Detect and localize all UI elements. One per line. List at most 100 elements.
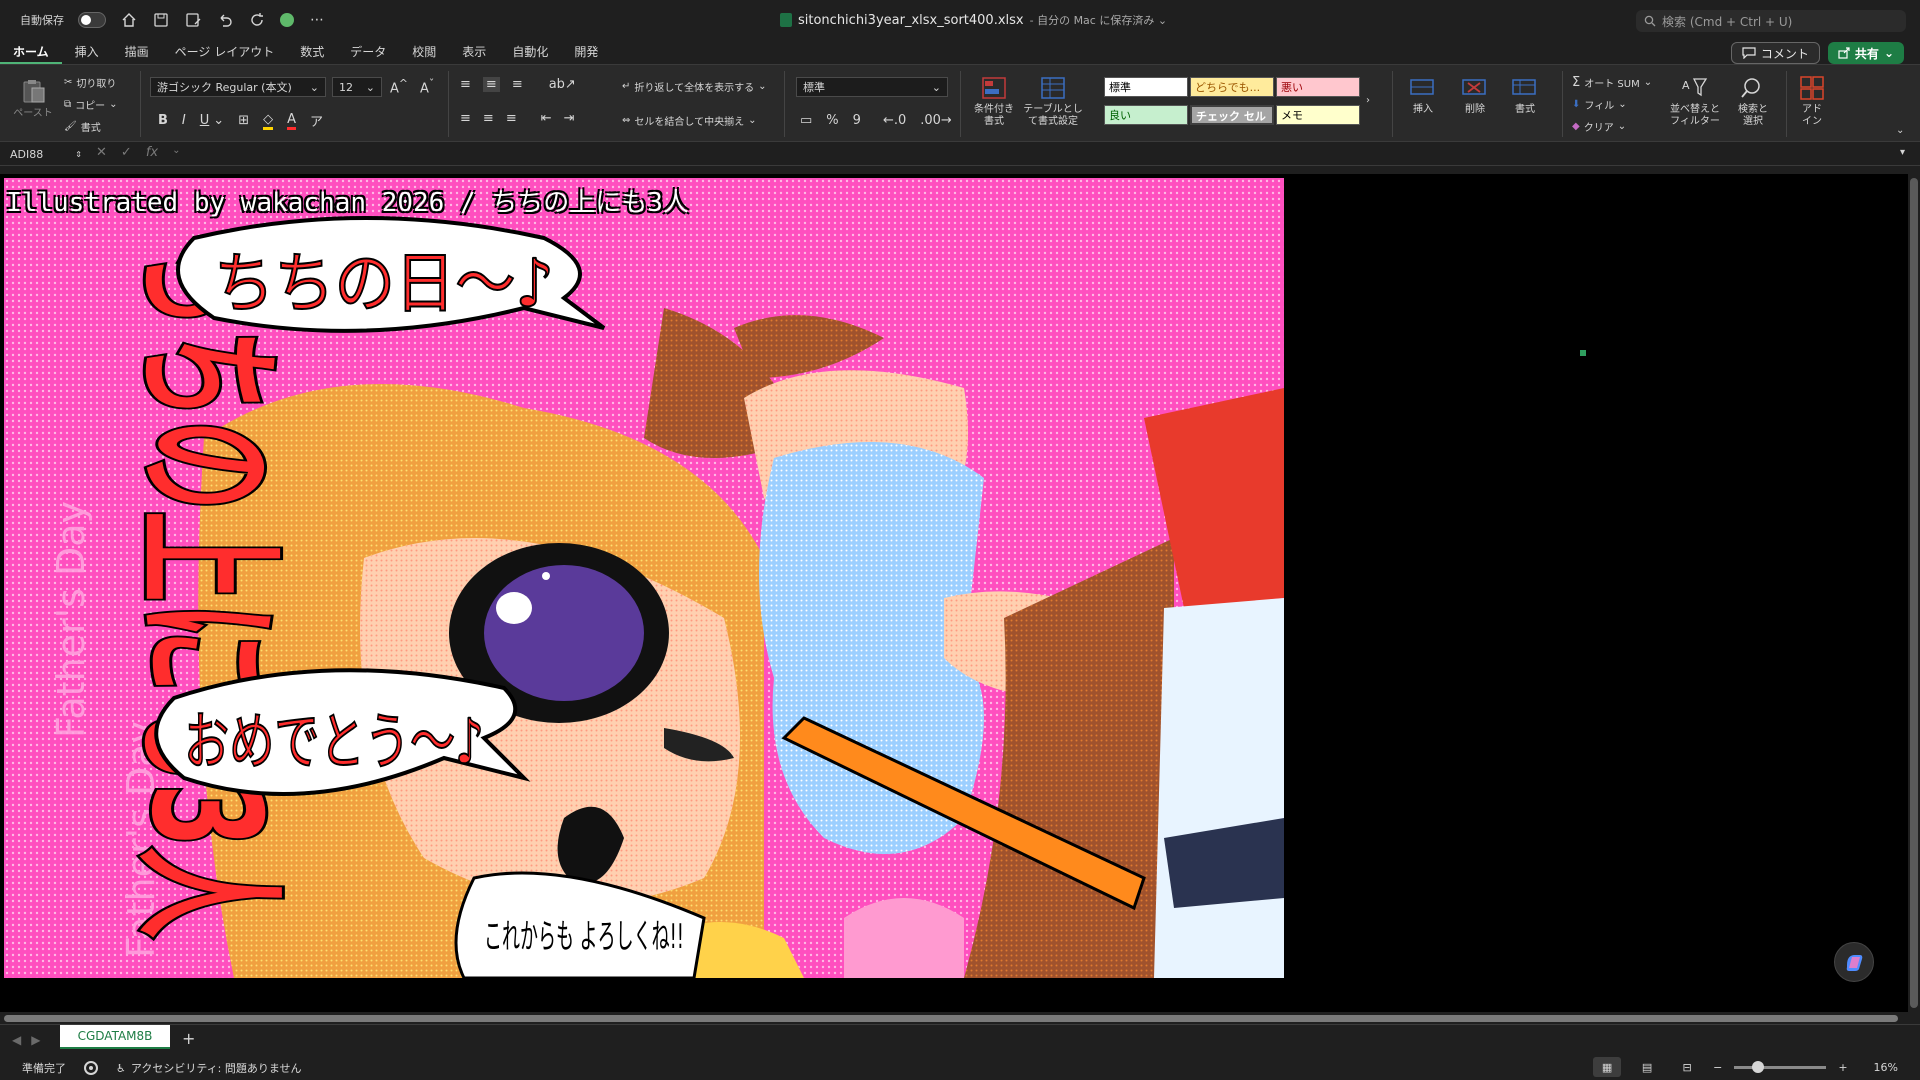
italic-icon[interactable]: I <box>182 113 186 128</box>
tab-page-layout[interactable]: ページ レイアウト <box>162 40 288 64</box>
vertical-scrollbar[interactable] <box>1908 174 1920 1020</box>
chevron-right-icon: › <box>1366 95 1370 106</box>
tab-review[interactable]: 校閲 <box>399 40 449 64</box>
undo-icon[interactable] <box>216 11 234 29</box>
comment-button[interactable]: コメント <box>1730 42 1820 64</box>
format-cells-button[interactable]: 書式 <box>1502 75 1548 116</box>
increase-indent-icon[interactable]: ⇥ <box>564 111 575 126</box>
zoom-slider[interactable] <box>1734 1060 1827 1073</box>
collapse-ribbon-button[interactable]: ⌄ <box>1896 125 1904 136</box>
autosave-toggle[interactable] <box>78 12 106 28</box>
style-note[interactable]: メモ <box>1276 105 1360 125</box>
tab-formulas[interactable]: 数式 <box>287 40 337 64</box>
percent-icon[interactable]: % <box>826 113 838 128</box>
font-name-dropdown[interactable]: 游ゴシック Regular (本文) ⌄ <box>150 77 326 97</box>
zoom-slider-thumb[interactable] <box>1752 1060 1765 1073</box>
horizontal-scrollbar[interactable] <box>0 1012 1920 1024</box>
insert-cells-label: 挿入 <box>1413 104 1433 115</box>
accessibility-status[interactable]: ♿ アクセシビリティ: 問題ありません <box>116 1060 302 1076</box>
delete-cells-button[interactable]: 削除 <box>1452 75 1498 116</box>
fill-color-icon[interactable]: ◇ <box>263 112 274 130</box>
copy-button[interactable]: ⧉ コピー ⌄ <box>64 97 118 112</box>
tab-home[interactable]: ホーム <box>0 40 62 64</box>
bold-icon[interactable]: B <box>158 113 168 128</box>
style-bad[interactable]: 悪い <box>1276 77 1360 97</box>
status-dot-icon[interactable] <box>280 13 294 27</box>
format-as-table-button[interactable]: テーブルとして書式設定 <box>1020 75 1086 128</box>
normal-view-button[interactable]: ▦ <box>1593 1057 1622 1077</box>
add-sheet-icon[interactable]: + <box>182 1029 195 1048</box>
prev-sheet-icon[interactable]: ◀ <box>12 1033 21 1047</box>
record-macro-icon[interactable] <box>84 1061 98 1075</box>
addins-button[interactable]: アド イン <box>1792 75 1832 128</box>
clear-button[interactable]: ◆ クリア ⌄ <box>1572 119 1626 134</box>
redo-icon[interactable] <box>248 11 266 29</box>
font-color-icon[interactable]: A <box>287 112 296 130</box>
format-painter-button[interactable]: 🖌 書式 <box>64 119 101 134</box>
style-good[interactable]: 良い <box>1104 105 1188 125</box>
zoom-level[interactable]: 16% <box>1874 1061 1898 1074</box>
styles-more-button[interactable]: › <box>1366 95 1370 106</box>
align-center-icon[interactable]: ≡ <box>483 111 494 126</box>
next-sheet-icon[interactable]: ▶ <box>31 1033 40 1047</box>
paste-button[interactable]: ペースト <box>10 79 56 120</box>
orientation-icon[interactable]: ab↗ <box>549 77 576 92</box>
autosum-button[interactable]: Σ オート SUM ⌄ <box>1572 75 1652 90</box>
tab-insert[interactable]: 挿入 <box>62 40 112 64</box>
tab-developer[interactable]: 開発 <box>561 40 611 64</box>
name-box[interactable]: ADI88 ⇕ <box>6 145 86 163</box>
more-icon[interactable]: ⋯ <box>308 11 326 29</box>
save-icon[interactable] <box>152 11 170 29</box>
underline-icon[interactable]: U <box>200 113 210 128</box>
vertical-scroll-thumb[interactable] <box>1910 178 1918 1008</box>
page-break-view-button[interactable]: ⊟ <box>1673 1057 1701 1077</box>
phonetic-icon[interactable]: ア <box>310 111 323 130</box>
style-normal[interactable]: 標準 <box>1104 77 1188 97</box>
decrease-decimal-icon[interactable]: .00→ <box>920 113 952 128</box>
save-status[interactable]: - 自分の Mac に保存済み ⌄ <box>1030 12 1167 28</box>
confirm-icon[interactable]: ✓ <box>121 145 132 160</box>
zoom-out-icon[interactable]: − <box>1713 1061 1722 1074</box>
tab-automate[interactable]: 自動化 <box>499 40 561 64</box>
expand-formula-button[interactable]: ▾ <box>1900 147 1905 158</box>
font-size-dropdown[interactable]: 12 ⌄ <box>332 77 382 97</box>
align-left-icon[interactable]: ≡ <box>460 111 471 126</box>
align-bottom-icon[interactable]: ≡ <box>512 77 523 92</box>
merge-center-label: セルを結合して中央揃え <box>634 117 745 128</box>
increase-decimal-icon[interactable]: ←.0 <box>883 113 906 128</box>
align-right-icon[interactable]: ≡ <box>506 111 517 126</box>
zoom-in-icon[interactable]: + <box>1838 1061 1847 1074</box>
comma-icon[interactable]: 9 <box>853 113 861 128</box>
border-icon[interactable]: ⊞ <box>238 113 249 128</box>
insert-cells-button[interactable]: 挿入 <box>1400 75 1446 116</box>
sheet-tab-active[interactable]: CGDATAM8B <box>60 1025 170 1049</box>
horizontal-scroll-thumb[interactable] <box>4 1015 1898 1022</box>
wrap-text-button[interactable]: ↵ 折り返して全体を表示する ⌄ <box>622 79 766 94</box>
save-as-icon[interactable] <box>184 11 202 29</box>
copilot-button[interactable] <box>1834 942 1874 982</box>
cut-button[interactable]: ✂ 切り取り <box>64 75 116 90</box>
currency-icon[interactable]: ▭ <box>800 113 812 128</box>
align-middle-icon[interactable]: ≡ <box>482 77 500 92</box>
function-icon[interactable]: fx <box>146 145 158 160</box>
search-box[interactable]: 検索 (Cmd + Ctrl + U) <box>1636 10 1906 32</box>
number-format-dropdown[interactable]: 標準 ⌄ <box>796 77 948 97</box>
sort-filter-button[interactable]: A 並べ替えと フィルター <box>1664 75 1726 128</box>
tab-draw[interactable]: 描画 <box>112 40 162 64</box>
share-button[interactable]: 共有 ⌄ <box>1827 42 1904 64</box>
style-check-cell[interactable]: チェック セル <box>1190 105 1274 125</box>
tab-data[interactable]: データ <box>337 40 399 64</box>
fill-button[interactable]: ⬇ フィル ⌄ <box>1572 97 1627 112</box>
decrease-font-icon[interactable]: Aˇ <box>420 77 434 96</box>
home-icon[interactable] <box>120 11 138 29</box>
merge-center-button[interactable]: ⇔ セルを結合して中央揃え ⌄ <box>622 113 756 128</box>
conditional-format-button[interactable]: 条件付き 書式 <box>968 75 1020 128</box>
decrease-indent-icon[interactable]: ⇤ <box>541 111 552 126</box>
tab-view[interactable]: 表示 <box>449 40 499 64</box>
increase-font-icon[interactable]: A^ <box>390 77 408 96</box>
cancel-icon[interactable]: ✕ <box>96 145 107 160</box>
style-neutral[interactable]: どちらでも... <box>1190 77 1274 97</box>
find-select-button[interactable]: 検索と 選択 <box>1728 75 1778 128</box>
page-layout-view-button[interactable]: ▤ <box>1633 1057 1661 1077</box>
align-top-icon[interactable]: ≡ <box>460 77 471 92</box>
